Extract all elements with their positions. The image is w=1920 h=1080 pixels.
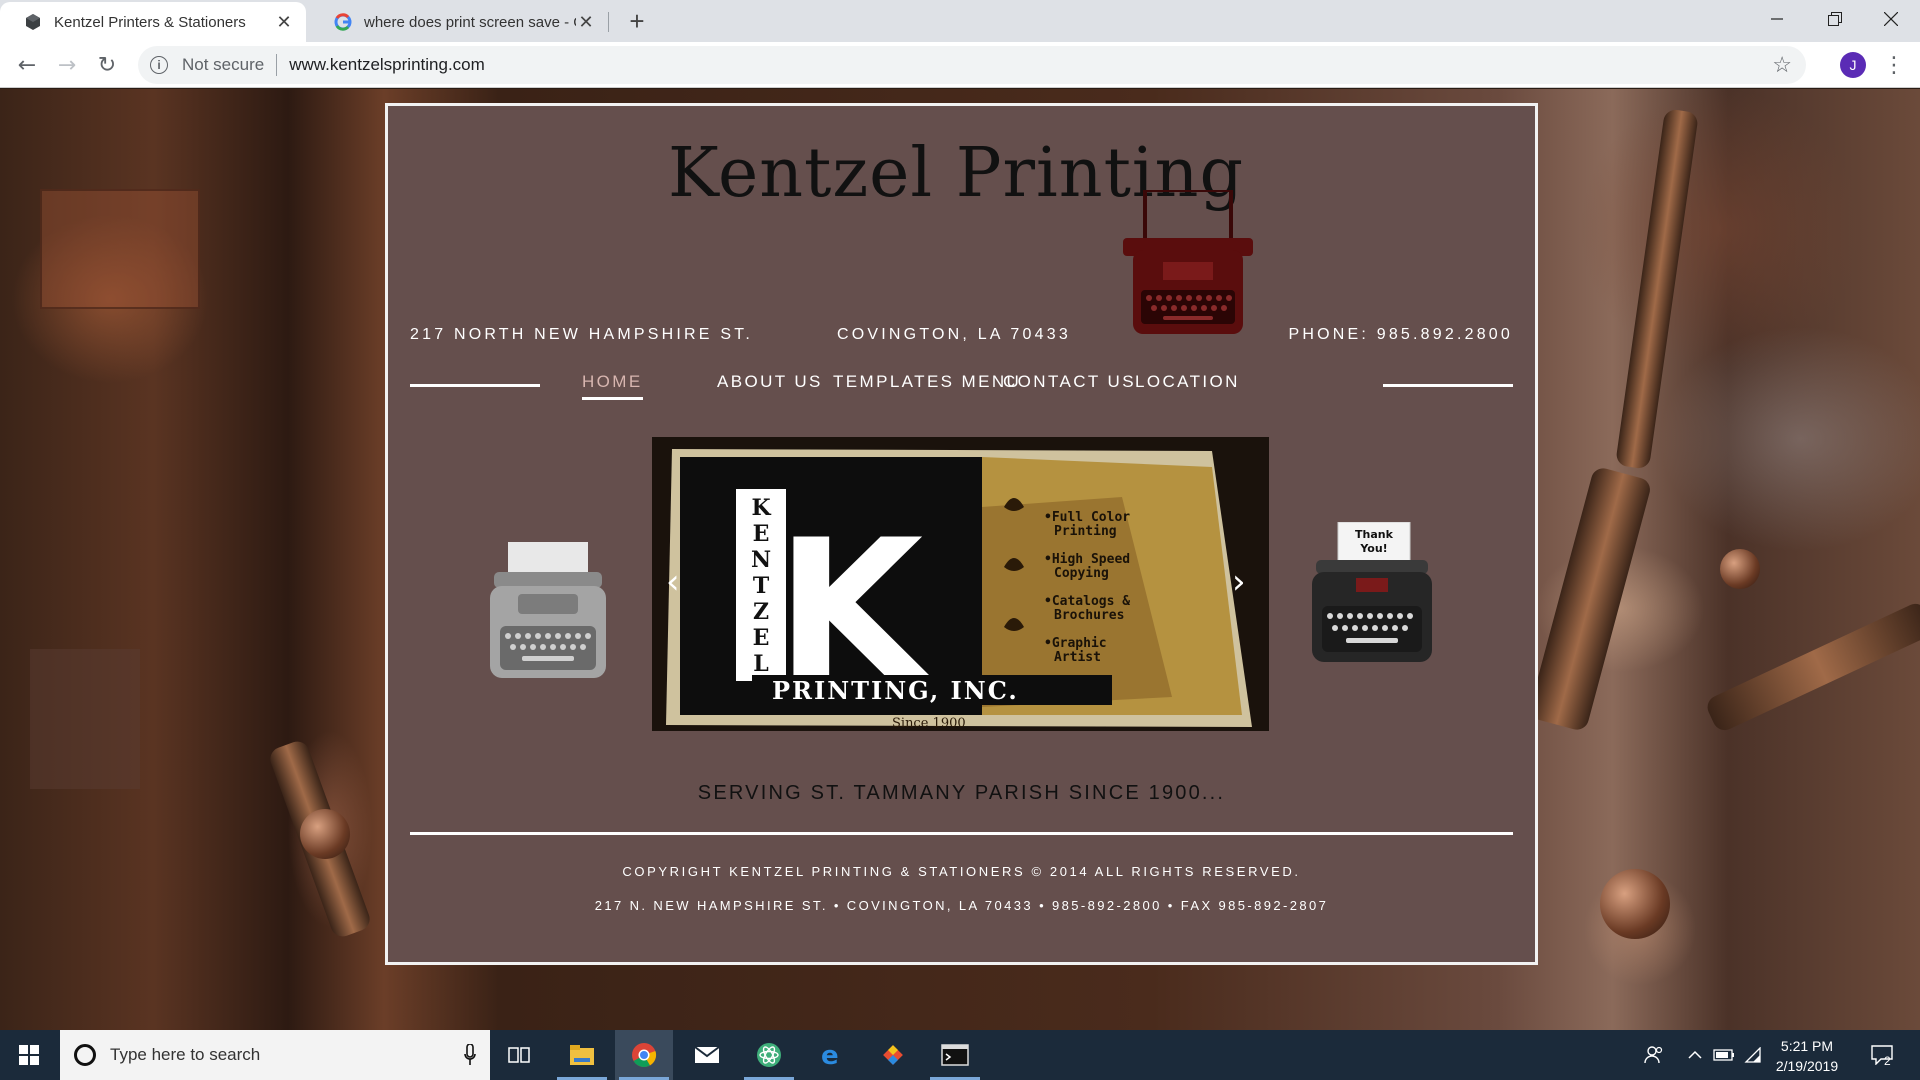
taskbar-search[interactable]: Type here to search [60,1030,490,1080]
edge-icon[interactable]: e [802,1030,860,1080]
windows-start-icon[interactable] [0,1030,58,1080]
slide-letter: E [753,625,770,651]
new-tab-icon[interactable]: + [622,6,652,36]
security-label: Not secure [182,55,265,74]
notification-count: 2 [1884,1054,1891,1068]
tab-kentzel[interactable]: Kentzel Printers & Stationers ✕ [0,2,306,42]
slide-bullet: Printing [1054,524,1117,539]
city-state-zip: COVINGTON, LA 70433 [837,326,1071,343]
tab-strip: Kentzel Printers & Stationers ✕ where do… [0,0,1920,42]
battery-icon[interactable] [1710,1030,1738,1080]
nav-home[interactable]: HOME [582,372,643,400]
chevron-up-icon[interactable] [1682,1030,1708,1080]
google-g-icon [334,13,352,31]
footer-contact-line: 217 N. NEW HAMPSHIRE ST. • COVINGTON, LA… [594,898,1329,913]
nav-templates-menu[interactable]: TEMPLATES MENU [833,372,1021,392]
reload-icon[interactable]: ↻ [92,50,122,80]
nav-rule-right [1383,384,1513,387]
mail-icon[interactable] [678,1030,736,1080]
bookmark-star-icon[interactable]: ☆ [1772,52,1792,78]
site-panel: Kentzel Printing 217 NORTH NEW HAMPSHIRE… [385,103,1538,965]
thank-you-line: You! [1359,542,1387,555]
slide-image: K E N T Z E L K •Full Color Printing •Hi… [652,437,1269,731]
close-tab-icon[interactable]: ✕ [274,12,294,33]
slider-prev-icon[interactable]: ‹ [666,565,686,599]
nav-location[interactable]: LOCATION [1135,372,1240,392]
system-clock[interactable]: 5:21 PM 2/19/2019 [1764,1036,1850,1076]
slide-letter: K [751,495,771,521]
svg-text:e: e [821,1042,839,1068]
minimize-icon[interactable] [1748,0,1806,38]
close-window-icon[interactable] [1862,0,1920,38]
slide-company-name: PRINTING, INC. [772,676,1019,705]
slide-bullet: Brochures [1054,608,1124,623]
slide-bullet: •High Speed [1044,552,1130,567]
phone-number: PHONE: 985.892.2800 [1288,326,1513,343]
chrome-icon[interactable] [615,1030,673,1080]
typewriter-image-left [490,542,606,678]
wifi-icon[interactable] [1740,1030,1766,1080]
profile-avatar[interactable]: J [1840,52,1866,78]
info-icon[interactable]: i [150,56,168,74]
slide-letter: T [753,573,770,599]
tab-google-search[interactable]: where does print screen save - G ✕ [310,2,608,42]
copyright-text: COPYRIGHT KENTZEL PRINTING & STATIONERS … [622,864,1301,879]
file-explorer-icon[interactable] [553,1030,611,1080]
nav-contact-us[interactable]: CONTACT US [1003,372,1136,392]
slide-letter: Z [753,599,769,625]
slide-bullet: •Catalogs & [1044,594,1130,609]
clock-time: 5:21 PM [1780,1038,1834,1054]
slider-next-icon[interactable]: › [1232,565,1252,599]
search-placeholder: Type here to search [110,1045,261,1064]
cube-favicon-icon [24,13,42,31]
task-view-icon[interactable] [490,1030,548,1080]
slide-bullet: Copying [1054,566,1109,581]
browser-toolbar: ← → ↻ i Not secure www.kentzelsprinting.… [0,42,1920,88]
slide-bullet: •Full Color [1044,510,1130,525]
slide-bullet: •Graphic [1044,636,1107,651]
slide-letter: N [751,547,771,573]
back-icon[interactable]: ← [12,50,42,80]
footer-divider [410,832,1513,835]
slide-letter: E [753,521,770,547]
typewriter-logo-icon [1123,190,1253,334]
people-icon[interactable] [1636,1030,1672,1080]
nav-rule-left [410,384,540,387]
forward-icon[interactable]: → [52,50,82,80]
street-address: 217 NORTH NEW HAMPSHIRE ST. [410,326,754,343]
close-tab-icon[interactable]: ✕ [576,12,596,33]
git-app-icon[interactable] [864,1030,922,1080]
slide-since: Since 1900 [892,716,966,731]
cortana-icon [74,1044,96,1066]
terminal-icon[interactable] [926,1030,984,1080]
slide-letter: L [753,651,768,677]
tagline: SERVING ST. TAMMANY PARISH SINCE 1900... [697,782,1226,804]
main-nav: HOME ABOUT US TEMPLATES MENU CONTACT US … [410,372,1513,412]
slide-bullet: Artist [1054,650,1101,665]
image-slider[interactable]: K E N T Z E L K •Full Color Printing •Hi… [652,437,1269,731]
action-center-icon[interactable]: 2 [1862,1030,1902,1080]
tab-title: where does print screen save - G [364,13,576,31]
restore-icon[interactable] [1806,0,1864,38]
menu-kebab-icon[interactable]: ⋮ [1882,50,1906,80]
clock-date: 2/19/2019 [1775,1058,1839,1074]
omnibox-divider [276,54,278,76]
thank-you-line: Thank [1355,528,1394,541]
nav-about-us[interactable]: ABOUT US [717,372,823,392]
microphone-icon[interactable] [464,1044,476,1066]
typewriter-thankyou-image: Thank You! [1312,522,1432,662]
tab-separator [608,12,609,32]
windows-taskbar: Type here to search e 5:21 PM 2/19/2019 … [0,1030,1920,1080]
tab-title: Kentzel Printers & Stationers [54,13,246,31]
address-row: 217 NORTH NEW HAMPSHIRE ST. COVINGTON, L… [410,326,1513,350]
atom-app-icon[interactable] [740,1030,798,1080]
address-bar[interactable]: i Not secure www.kentzelsprinting.com ☆ [138,46,1806,84]
url-text[interactable]: www.kentzelsprinting.com [289,55,485,75]
